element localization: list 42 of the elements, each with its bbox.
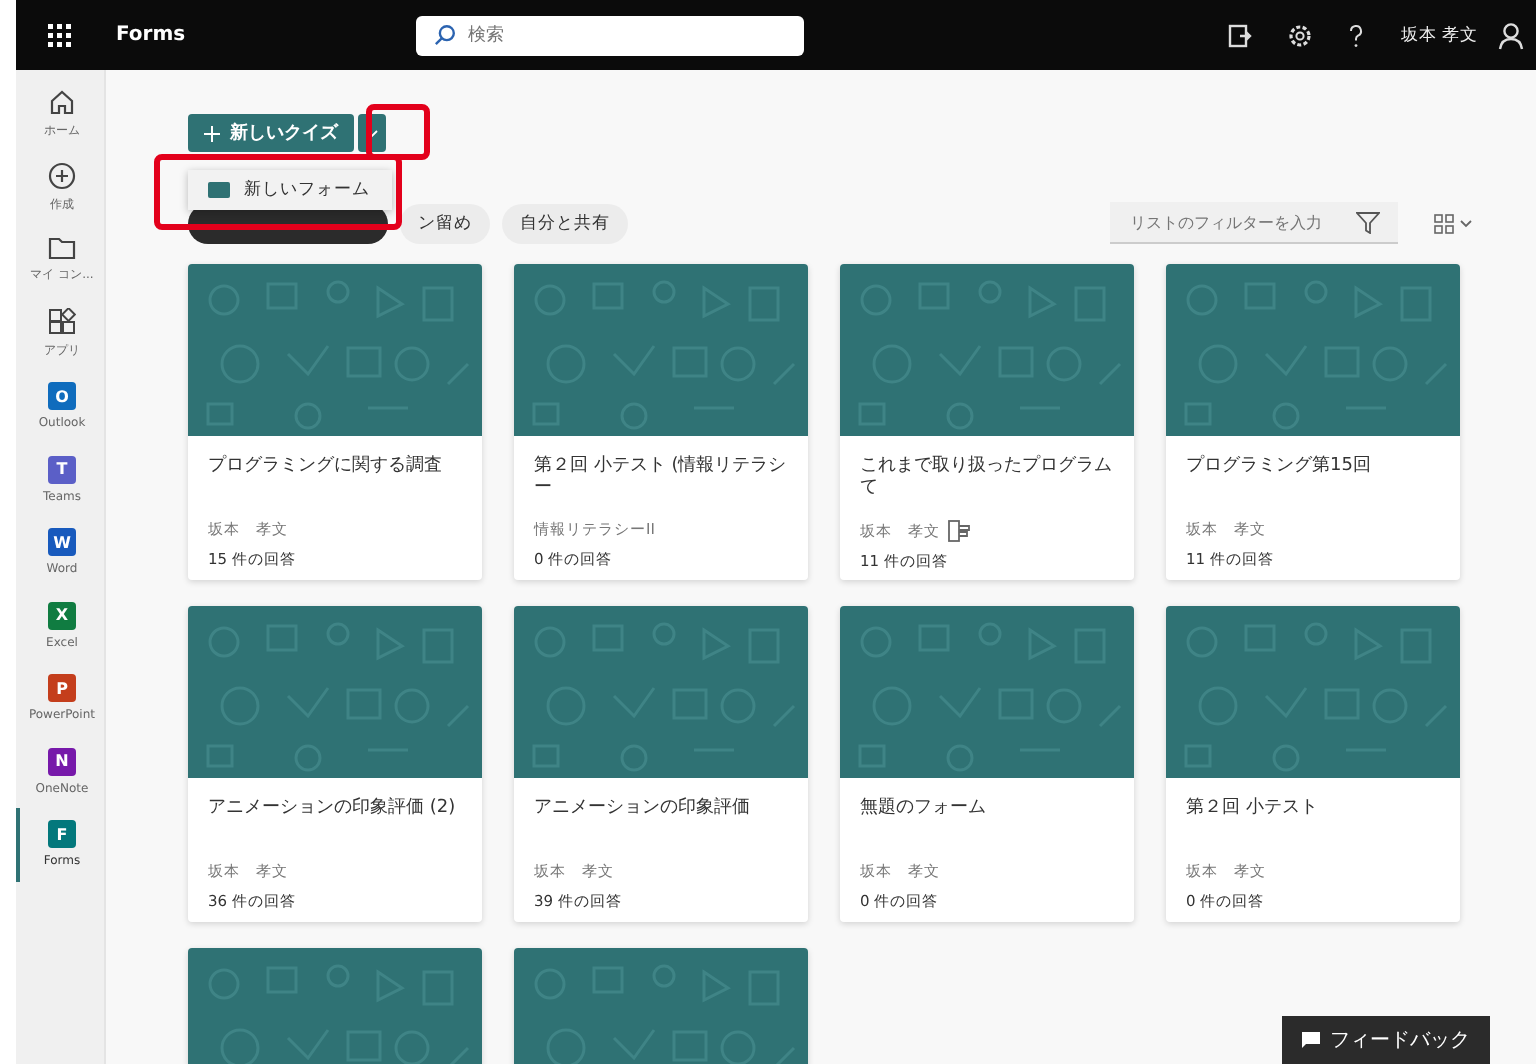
chevron-down-icon [1460,219,1472,227]
card-title: プログラミング第15回 [1186,456,1373,480]
app-logo-icon: O [48,382,76,411]
chevron-down-icon [366,129,378,137]
card-title: アニメーションの印象評価 (2) [208,798,458,822]
app-logo-icon: X [48,601,76,630]
app-logo-icon: N [48,747,76,776]
card-title: 第２回 小テスト (情報リテラシー [534,456,788,502]
app-name: Forms [116,24,188,46]
card-title: アニメーションの印象評価 [534,798,752,822]
folder-icon [48,236,76,261]
card-title: これまで取り扱ったプログラムて [860,456,1114,502]
app-launcher-icon[interactable] [48,23,72,47]
card-title: 無題のフォーム [860,798,988,822]
search-field[interactable]: 検索 [416,15,804,55]
app-logo-icon: T [48,455,76,484]
menu-item[interactable]: 新しいフォーム [188,170,392,210]
grid-icon [1434,213,1454,233]
card-title: 第２回 小テスト [1186,798,1320,822]
filter-chip[interactable]: ン留め [400,203,490,243]
search-icon [434,24,456,46]
plus-circle-icon [48,161,76,190]
view-switcher[interactable] [1434,213,1472,233]
app-logo-icon: P [48,674,76,703]
app-logo-icon: F [48,820,76,849]
settings-icon[interactable] [1288,23,1313,47]
comment-icon [1302,1032,1320,1048]
forms-logo-icon [208,182,230,198]
share-icon[interactable] [1228,23,1253,47]
app-logo-icon: W [48,528,76,557]
new-quiz-button[interactable]: 新しいクイズ [188,114,354,152]
feedback-button[interactable]: フィードバック [1282,1016,1490,1064]
person-icon[interactable] [1498,21,1524,49]
filter-field[interactable]: リストのフィルターを入力 [1110,202,1398,244]
plus-icon [204,125,220,141]
user-name[interactable]: 坂本 孝文 [1400,23,1478,47]
help-icon[interactable] [1348,23,1365,47]
filter-chip[interactable]: 自分と共有 [502,203,628,243]
card-title: プログラミングに関する調査 [208,456,444,480]
home-icon [48,88,76,117]
filter-icon [1356,212,1380,234]
apps-icon [48,307,76,336]
